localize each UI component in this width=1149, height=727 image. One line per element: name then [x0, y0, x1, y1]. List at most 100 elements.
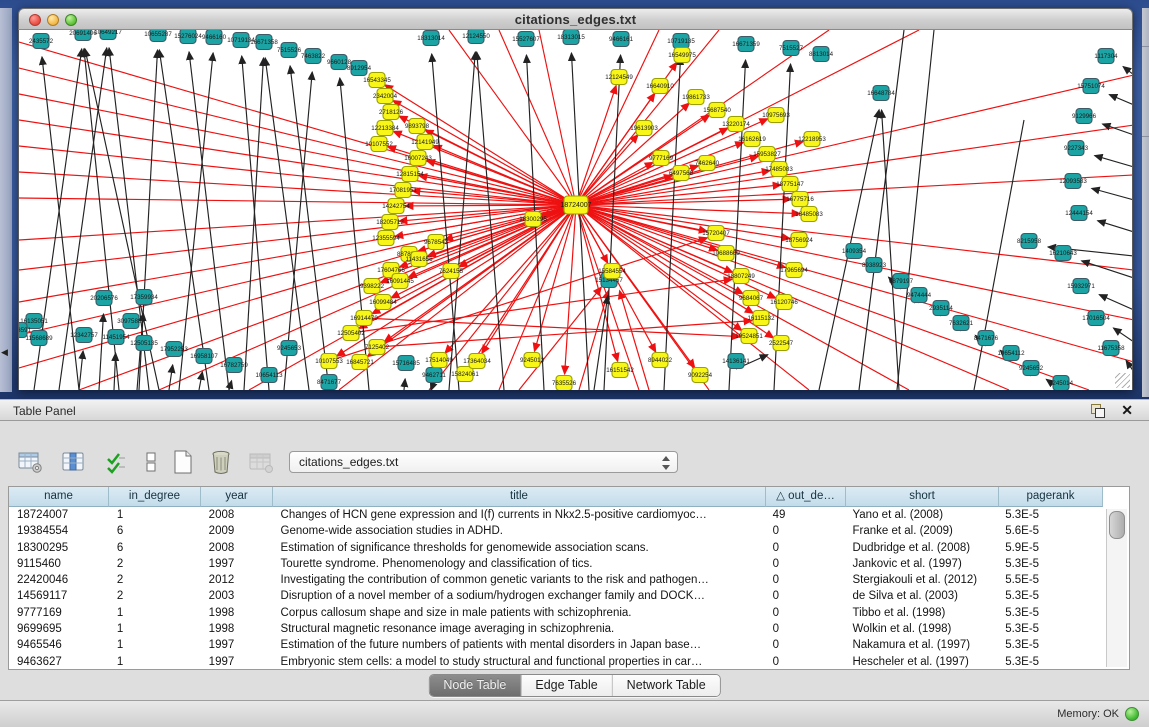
column-header-pagerank[interactable]: pagerank [999, 487, 1103, 507]
graph-node[interactable]: 12444154 [1065, 206, 1093, 221]
graph-node[interactable]: 16782759 [220, 358, 248, 373]
hub-node[interactable]: 18724007 [560, 196, 591, 214]
graph-node[interactable]: 17359934 [130, 290, 158, 305]
column-header-in_degree[interactable]: in_degree [109, 487, 201, 507]
close-panel-icon[interactable]: ✕ [1121, 402, 1133, 419]
table-row[interactable]: 1938455462009Genome-wide association stu… [9, 523, 1101, 539]
graph-node[interactable]: 17965694 [780, 263, 808, 278]
column-header-year[interactable]: year [201, 487, 273, 507]
graph-node[interactable]: 12093583 [1059, 174, 1087, 189]
graph-node[interactable]: 9245652 [1019, 361, 1044, 376]
table-row[interactable]: 1830029562008Estimation of significance … [9, 540, 1101, 556]
node-table[interactable]: namein_degreeyeartitle△ out_de…shortpage… [8, 486, 1130, 670]
graph-node[interactable]: 9227343 [1064, 141, 1089, 156]
graph-node[interactable]: 14242754 [382, 199, 410, 214]
graph-node[interactable]: 12505135 [130, 336, 158, 351]
graph-node[interactable]: 15751074 [1077, 79, 1105, 94]
graph-node[interactable]: 1117304 [1094, 49, 1118, 64]
column-header-title[interactable]: title [273, 487, 766, 507]
graph-node[interactable]: 12141949 [411, 135, 439, 150]
graph-node[interactable]: 9466160 [202, 30, 227, 45]
graph-node[interactable]: 19861733 [682, 90, 710, 105]
graph-node[interactable]: 16543345 [363, 73, 391, 88]
graph-node[interactable]: 9474444 [907, 288, 932, 303]
window-resize-grip[interactable] [1115, 373, 1130, 388]
graph-node[interactable]: 12355594 [372, 231, 400, 246]
table-row[interactable]: 969969511998Structural magnetic resonanc… [9, 621, 1101, 637]
tab-node-table[interactable]: Node Table [429, 675, 521, 696]
graph-node[interactable]: 16120746 [770, 295, 798, 310]
graph-node[interactable]: 7635526 [552, 376, 577, 391]
graph-node[interactable]: 16640910 [646, 79, 674, 94]
table-row[interactable]: 1872400712008Changes of HCN gene express… [9, 507, 1101, 523]
table-body[interactable]: 1872400712008Changes of HCN gene express… [9, 507, 1101, 669]
graph-node[interactable]: 20206576 [90, 291, 118, 306]
graph-node[interactable]: 18313015 [557, 30, 585, 45]
graph-node[interactable]: 16162619 [738, 132, 766, 147]
graph-node[interactable]: 12815154 [396, 167, 424, 182]
graph-node[interactable]: 20691406 [69, 30, 97, 41]
graph-node[interactable]: 8215958 [1017, 234, 1042, 249]
table-row[interactable]: 911546021997Tourette syndrome. Phenomeno… [9, 556, 1101, 572]
graph-node[interactable]: 9245013 [520, 353, 545, 368]
graph-node[interactable]: 2522547 [769, 336, 794, 351]
table-settings-icon[interactable] [17, 449, 43, 475]
graph-node[interactable]: 9092254 [688, 368, 713, 383]
graph-node[interactable]: 8471676 [974, 331, 999, 346]
table-row[interactable]: 946554611997Estimation of the future num… [9, 637, 1101, 653]
graph-node[interactable]: 17016504 [1082, 311, 1110, 326]
graph-node[interactable]: 6879197 [889, 274, 914, 289]
graph-node[interactable]: 12124550 [462, 30, 490, 44]
graph-node[interactable]: 7515526 [277, 43, 302, 58]
delete-table-icon[interactable] [208, 449, 234, 475]
graph-node[interactable]: 18807249 [727, 269, 755, 284]
graph-node[interactable]: 12218953 [798, 132, 826, 147]
graph-node[interactable]: 8471677 [317, 375, 342, 390]
graph-node[interactable]: 8944022 [648, 353, 673, 368]
table-row[interactable]: 2242004622012Investigating the contribut… [9, 572, 1101, 588]
column-header-out_de[interactable]: △ out_de… [766, 487, 846, 507]
graph-node[interactable]: 2435572 [29, 34, 54, 49]
graph-node[interactable]: 19524851 [735, 329, 763, 344]
graph-node[interactable]: 18756924 [785, 233, 813, 248]
scrollbar-thumb[interactable] [1109, 511, 1125, 539]
tab-network-table[interactable]: Network Table [613, 675, 720, 696]
graph-node[interactable]: 7463822 [301, 49, 326, 64]
graph-node[interactable]: 2718126 [379, 105, 404, 120]
graph-node[interactable]: 12124549 [605, 70, 633, 85]
graph-node[interactable]: 18313014 [417, 31, 445, 46]
select-rows-icon[interactable] [103, 449, 129, 475]
graph-node[interactable]: 2935114 [929, 301, 953, 316]
table-row[interactable]: 977716911998Corpus callosum shape and si… [9, 605, 1101, 621]
graph-node[interactable]: 15527607 [512, 32, 540, 47]
graph-node[interactable]: 9893798 [405, 119, 430, 134]
import-table-icon[interactable] [248, 449, 274, 475]
graph-node[interactable]: 15687540 [703, 103, 731, 118]
network-window[interactable]: citations_edges.txt 24355722069140610649… [18, 8, 1133, 390]
column-header-name[interactable]: name [9, 487, 109, 507]
graph-node[interactable]: 8912954 [347, 61, 372, 76]
table-column-icon[interactable] [60, 449, 86, 475]
merge-tables-icon[interactable] [138, 449, 164, 475]
graph-node[interactable]: 9129966 [1072, 109, 1097, 124]
graph-node[interactable]: 16549975 [668, 48, 696, 63]
graph-node[interactable]: 16671359 [732, 37, 760, 52]
graph-node[interactable]: 9678543 [424, 235, 449, 250]
panel-collapse-icon[interactable]: ◀ [1, 348, 8, 357]
graph-node[interactable]: 12213384 [371, 121, 399, 136]
graph-node[interactable]: 9466161 [609, 32, 634, 47]
graph-node[interactable]: 15932971 [1067, 279, 1095, 294]
tab-edge-table[interactable]: Edge Table [521, 675, 612, 696]
graph-node[interactable]: 15276024 [174, 30, 202, 44]
graph-node[interactable]: 10719135 [667, 34, 695, 49]
table-row[interactable]: 1456911722003Disruption of a novel membe… [9, 588, 1101, 604]
graph-node[interactable]: 10649217 [94, 30, 122, 40]
graph-node[interactable]: 8938923 [862, 258, 887, 273]
table-selector-dropdown[interactable]: citations_edges.txt [289, 451, 678, 473]
graph-node[interactable]: 9684067 [739, 291, 764, 306]
network-canvas[interactable]: 2435572206914061064921710655287152760249… [18, 30, 1133, 390]
graph-node[interactable]: 9245653 [277, 341, 302, 356]
graph-node[interactable]: 1409354 [842, 244, 867, 259]
graph-node[interactable]: 14136141 [722, 354, 750, 369]
graph-node[interactable]: 15716485 [392, 356, 420, 371]
